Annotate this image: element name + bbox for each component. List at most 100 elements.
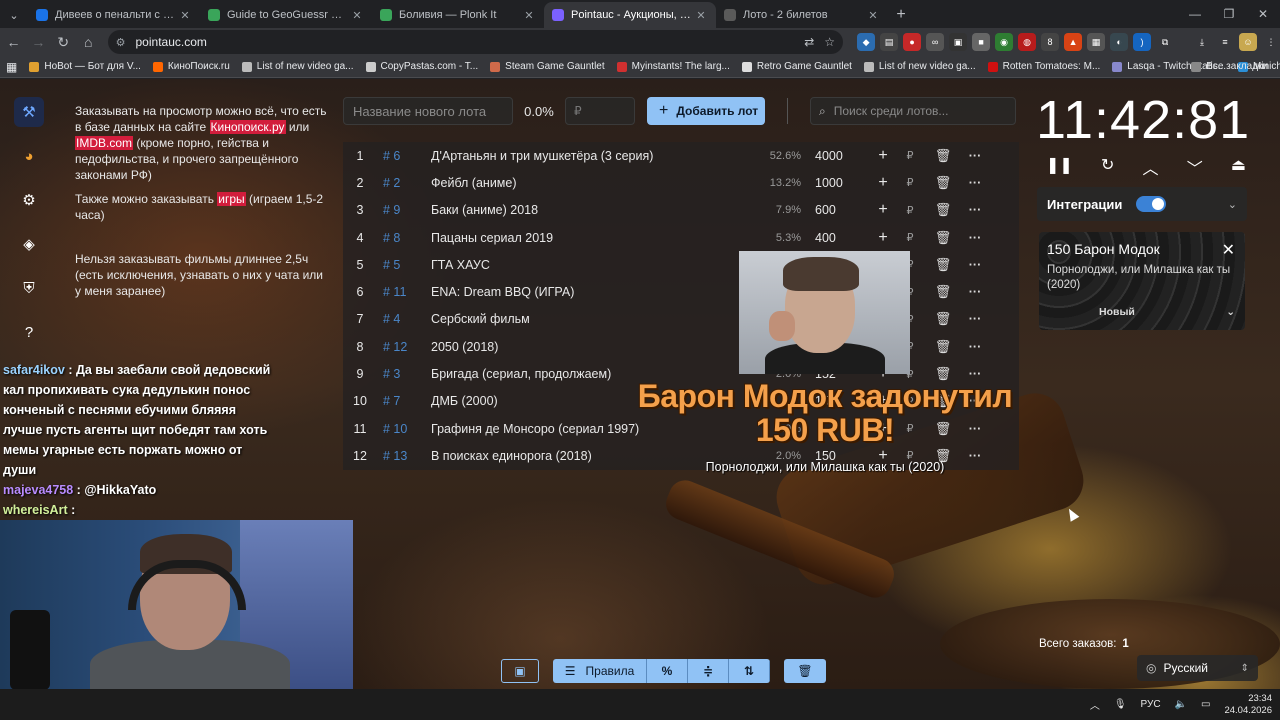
- reload-button[interactable]: ↻: [52, 30, 75, 54]
- chevron-down-icon[interactable]: ⌄: [1228, 198, 1237, 211]
- extension-icon[interactable]: 8: [1041, 33, 1060, 51]
- keyboard-language[interactable]: РУС: [1141, 699, 1161, 710]
- more-options-icon[interactable]: ···: [961, 258, 989, 272]
- auction-gavel-icon[interactable]: ⚒: [14, 97, 44, 127]
- trash-icon[interactable]: 🗑: [925, 148, 961, 164]
- lot-row[interactable]: 5# 5ГТА ХАУС+₽🗑···: [343, 251, 1019, 278]
- split-icon[interactable]: ≑: [688, 659, 729, 683]
- more-options-icon[interactable]: ···: [961, 340, 989, 354]
- lot-id[interactable]: # 7: [377, 394, 431, 408]
- lot-id[interactable]: # 11: [377, 285, 431, 299]
- bookmark-item[interactable]: Steam Game Gauntlet: [484, 61, 611, 72]
- shield-icon[interactable]: ⛨: [14, 273, 44, 303]
- trash-icon[interactable]: 🗑: [925, 175, 961, 191]
- tab-close-icon[interactable]: ✕: [522, 9, 536, 22]
- browser-tab[interactable]: Лото - 2 билетов ✕: [716, 2, 888, 28]
- extension-icon[interactable]: ∞: [926, 33, 945, 51]
- lot-amount[interactable]: 600: [801, 203, 871, 217]
- lot-id[interactable]: # 4: [377, 312, 431, 326]
- tray-chevron-icon[interactable]: ︿: [1090, 697, 1100, 712]
- lot-id[interactable]: # 12: [377, 340, 431, 354]
- extension-icon[interactable]: ▦: [1087, 33, 1106, 51]
- layers-icon[interactable]: ◈: [14, 229, 44, 259]
- bookmark-item[interactable]: Retro Game Gauntlet: [736, 61, 858, 72]
- pause-icon[interactable]: ❚❚: [1046, 155, 1073, 179]
- lot-id[interactable]: # 6: [377, 149, 431, 163]
- chevron-down-icon[interactable]: ﹀: [1187, 155, 1203, 179]
- integrations-panel[interactable]: Интеграции ⌄: [1037, 187, 1247, 221]
- trash-icon[interactable]: 🗑: [925, 284, 961, 300]
- extension-icon[interactable]: ●: [903, 33, 922, 51]
- extension-icon[interactable]: ■: [972, 33, 991, 51]
- lot-row[interactable]: 2 # 2 Фейбл (аниме) 13.2% 1000 + ₽ 🗑 ···: [343, 169, 1019, 196]
- minimize-icon[interactable]: —: [1178, 0, 1212, 28]
- save-icon[interactable]: ▣: [501, 659, 539, 683]
- language-select[interactable]: ◎ Русский ⇕: [1137, 655, 1258, 681]
- lot-id[interactable]: # 10: [377, 422, 431, 436]
- add-amount-icon[interactable]: +: [871, 201, 895, 219]
- add-amount-icon[interactable]: +: [871, 147, 895, 165]
- lot-name[interactable]: Сербский фильм: [431, 312, 753, 326]
- translate-icon[interactable]: ⇄: [804, 35, 814, 49]
- lot-name-input[interactable]: Название нового лота: [343, 97, 513, 125]
- reset-icon[interactable]: ↻: [1101, 155, 1114, 179]
- lot-row[interactable]: 1 # 6 Д'Артаньян и три мушкетёра (3 серия)…: [343, 142, 1019, 169]
- more-options-icon[interactable]: ···: [961, 176, 989, 190]
- forward-button[interactable]: →: [27, 30, 50, 54]
- lot-amount-input[interactable]: ₽: [565, 97, 635, 125]
- more-options-icon[interactable]: ···: [961, 149, 989, 163]
- bookmark-item[interactable]: Rotten Tomatoes: M...: [982, 61, 1107, 72]
- extension-icon[interactable]: ◆: [857, 33, 876, 51]
- lot-id[interactable]: # 5: [377, 258, 431, 272]
- donation-status-select[interactable]: Новый ⌄: [1099, 306, 1235, 318]
- trash-icon[interactable]: 🗑: [925, 230, 961, 246]
- lot-amount[interactable]: 4000: [801, 149, 871, 163]
- bookmark-star-icon[interactable]: ☆: [824, 35, 835, 49]
- lot-name[interactable]: ENA: Dream BBQ (ИГРА): [431, 285, 753, 299]
- system-clock[interactable]: 23:34 24.04.2026: [1224, 693, 1272, 717]
- bookmark-item[interactable]: КиноПоиск.ru: [147, 61, 236, 72]
- restore-icon[interactable]: ❐: [1212, 0, 1246, 28]
- lot-row[interactable]: 3 # 9 Баки (аниме) 2018 7.9% 600 + ₽ 🗑 ···: [343, 197, 1019, 224]
- imdb-link[interactable]: IMDB.com: [75, 136, 134, 150]
- apps-grid-icon[interactable]: ▦: [0, 60, 23, 74]
- bookmark-item[interactable]: Myinstants! The larg...: [611, 61, 736, 72]
- microphone-icon[interactable]: 🎙: [1114, 699, 1127, 710]
- lot-name[interactable]: Баки (аниме) 2018: [431, 203, 753, 217]
- rules-button[interactable]: ☰ Правила: [553, 659, 647, 683]
- lot-name[interactable]: Д'Артаньян и три мушкетёра (3 серия): [431, 149, 753, 163]
- tab-groups-icon[interactable]: ≡: [1216, 33, 1234, 51]
- lot-name[interactable]: Фейбл (аниме): [431, 176, 753, 190]
- close-icon[interactable]: ✕: [1222, 240, 1235, 260]
- extension-icon[interactable]: ▲: [1064, 33, 1083, 51]
- percent-button[interactable]: %: [647, 659, 688, 683]
- extension-icon[interactable]: ▤: [880, 33, 899, 51]
- bookmark-item[interactable]: CopyPastas.com - T...: [360, 61, 485, 72]
- extension-icon[interactable]: ◐: [1110, 33, 1129, 51]
- lot-search-input[interactable]: ⌕ Поиск среди лотов...: [810, 97, 1016, 125]
- clear-lots-icon[interactable]: 🗑: [784, 659, 826, 683]
- volume-icon[interactable]: 🔈: [1175, 699, 1187, 710]
- battery-icon[interactable]: ▭: [1201, 699, 1210, 710]
- trash-icon[interactable]: 🗑: [925, 339, 961, 355]
- lot-id[interactable]: # 2: [377, 176, 431, 190]
- browser-tab[interactable]: Guide to GeoGuessr — Plonk It ✕: [200, 2, 372, 28]
- wheel-pie-icon[interactable]: ◕: [14, 141, 44, 171]
- lot-name[interactable]: Пацаны сериал 2019: [431, 231, 753, 245]
- home-button[interactable]: ⌂: [77, 30, 100, 54]
- lot-name[interactable]: 2050 (2018): [431, 340, 753, 354]
- menu-kebab-icon[interactable]: ⋮: [1262, 33, 1280, 51]
- bookmark-item[interactable]: List of new video ga...: [858, 61, 982, 72]
- tab-close-icon[interactable]: ✕: [866, 9, 880, 22]
- more-options-icon[interactable]: ···: [961, 285, 989, 299]
- games-link[interactable]: игры: [217, 192, 246, 206]
- tab-search-button[interactable]: ⌄: [0, 2, 28, 28]
- integrations-toggle[interactable]: [1136, 196, 1167, 212]
- more-options-icon[interactable]: ···: [961, 312, 989, 326]
- extensions-puzzle-icon[interactable]: ⧉: [1156, 33, 1174, 51]
- extension-icon[interactable]: ): [1133, 33, 1152, 51]
- more-options-icon[interactable]: ···: [961, 231, 989, 245]
- lot-row[interactable]: 4 # 8 Пацаны сериал 2019 5.3% 400 + ₽ 🗑 ···: [343, 224, 1019, 251]
- trash-icon[interactable]: 🗑: [925, 202, 961, 218]
- settings-gear-icon[interactable]: ⚙: [14, 185, 44, 215]
